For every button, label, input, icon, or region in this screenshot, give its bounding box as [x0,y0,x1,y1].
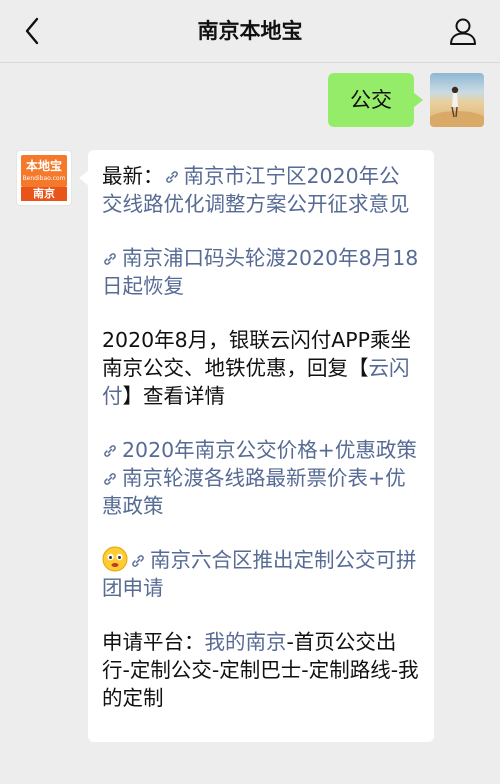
link-liuhe-custom-bus[interactable]: 南京六合区推出定制公交可拼团申请 [102,548,417,600]
platform-label: 申请平台： [102,630,205,654]
logo-site-text: Bendibao.com [22,175,66,182]
incoming-message-bubble: 最新： 南京市江宁区2020年公交线路优化调整方案公开征求意见 南京浦口码头轮渡2… [79,150,434,742]
user-photo [430,86,484,127]
link-text: 南京浦口码头轮渡2020年8月18日起恢复 [102,246,419,298]
link-pukou-ferry-resume[interactable]: 南京浦口码头轮渡2020年8月18日起恢复 [102,246,418,298]
navigation-bar: 南京本地宝 [0,0,500,63]
link-icon [132,555,144,567]
link-icon [165,171,178,183]
official-account-avatar[interactable]: 本地宝 Bendibao.com 南京 [16,150,72,206]
outgoing-message-bubble[interactable]: 公交 [328,73,423,127]
link-icon [104,473,116,485]
person-icon [450,18,476,45]
unionpay-text: 2020年8月，银联云闪付APP乘坐南京公交、地铁优惠，回复【 [102,328,411,380]
smiley-emoji-icon [102,546,128,572]
logo-badge: 本地宝 Bendibao.com [21,155,67,187]
message-paragraph-prices: 2020年南京公交价格+优惠政策 南京轮渡各线路最新票价表+优惠政策 [102,436,420,520]
outgoing-message-text: 公交 [350,88,392,112]
page-title: 南京本地宝 [197,19,303,43]
link-icon [104,253,116,265]
logo-city: 南京 [21,187,67,201]
user-avatar[interactable] [430,73,484,127]
link-ferry-price-policy[interactable]: 南京轮渡各线路最新票价表+优惠政策 [102,466,406,518]
link-my-nanjing[interactable]: 我的南京 [205,630,287,654]
link-bus-price-policy[interactable]: 2020年南京公交价格+优惠政策 [102,438,417,462]
link-text: 南京六合区推出定制公交可拼团申请 [102,548,417,600]
profile-button[interactable] [446,14,480,48]
message-paragraph-platform: 申请平台：我的南京-首页公交出行-定制公交-定制巴士-定制路线-我的定制 [102,628,420,712]
message-paragraph-liuhe: 南京六合区推出定制公交可拼团申请 [102,546,420,602]
message-paragraph-latest: 最新： 南京市江宁区2020年公交线路优化调整方案公开征求意见 [102,162,420,218]
link-icon [104,445,116,457]
message-paragraph-unionpay: 2020年8月，银联云闪付APP乘坐南京公交、地铁优惠，回复【云闪付】查看详情 [102,326,420,410]
logo-brand-text: 本地宝 [25,159,62,173]
message-paragraph-ferry: 南京浦口码头轮渡2020年8月18日起恢复 [102,244,420,300]
unionpay-text-after: 】查看详情 [122,384,226,408]
link-text: 南京轮渡各线路最新票价表+优惠政策 [102,466,406,518]
link-text: 2020年南京公交价格+优惠政策 [122,438,417,462]
latest-label: 最新： [102,164,164,188]
